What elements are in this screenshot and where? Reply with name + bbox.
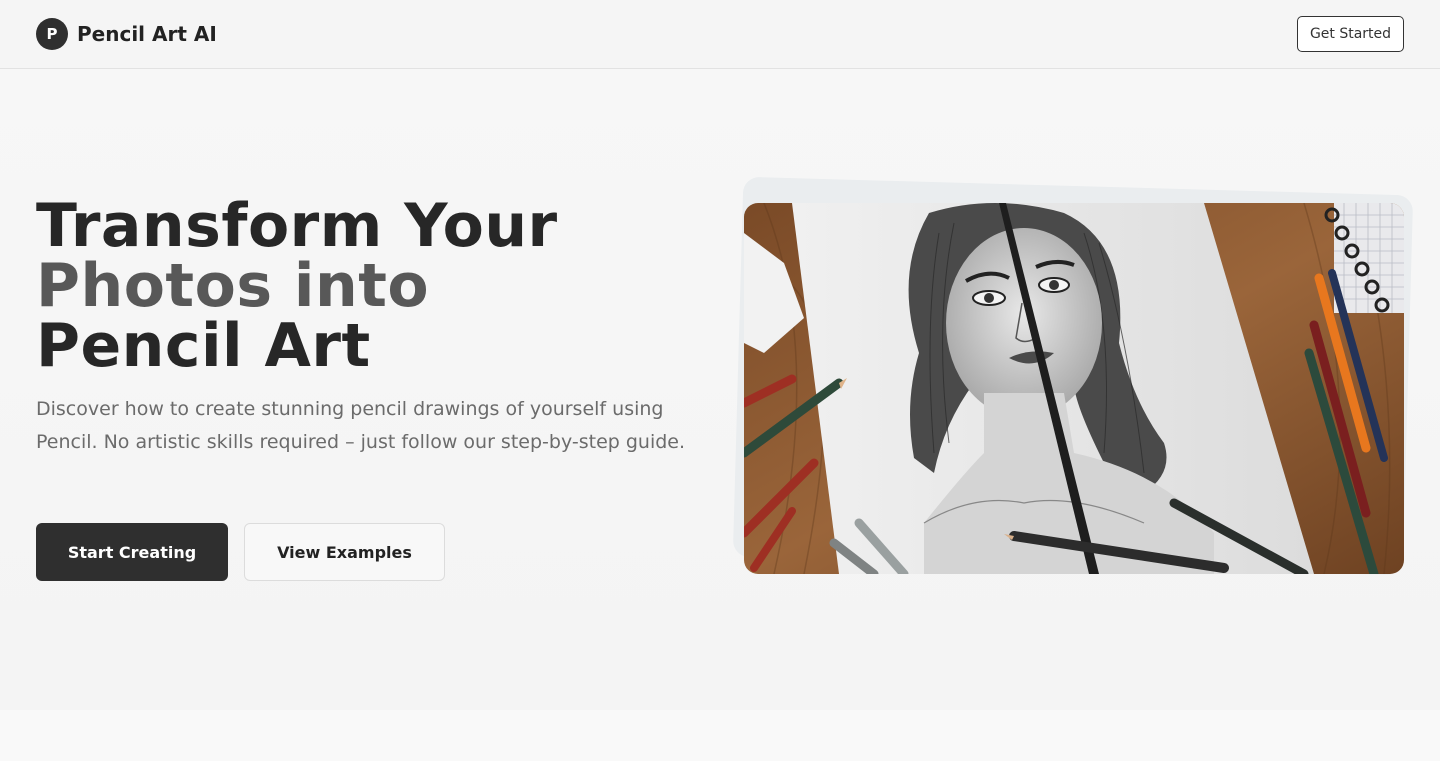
headline-line-3: Pencil Art: [36, 311, 371, 381]
hero-headline: Transform Your Photos into Pencil Art: [36, 196, 558, 376]
headline-line-1: Transform Your: [36, 191, 558, 261]
brand-logo-icon: P: [36, 18, 68, 50]
headline-line-2: Photos into: [36, 251, 430, 321]
view-examples-button[interactable]: View Examples: [244, 523, 445, 581]
top-navbar: P Pencil Art AI Get Started: [0, 0, 1440, 69]
hero-image: [744, 203, 1404, 574]
section-divider: [0, 710, 1440, 761]
get-started-button[interactable]: Get Started: [1297, 16, 1404, 52]
brand[interactable]: P Pencil Art AI: [36, 18, 217, 50]
hero-description: Discover how to create stunning pencil d…: [36, 398, 686, 453]
pencil-portrait-illustration: [744, 203, 1404, 574]
start-creating-button[interactable]: Start Creating: [36, 523, 228, 581]
brand-name: Pencil Art AI: [77, 22, 217, 46]
